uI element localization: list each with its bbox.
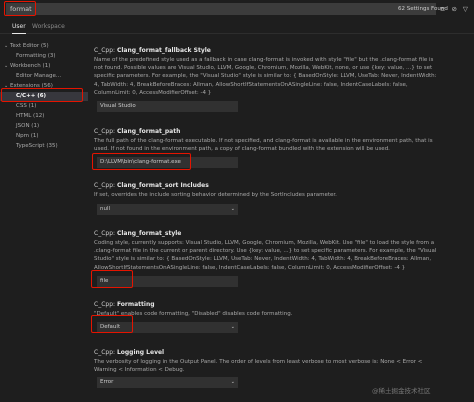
setting-name: Clang_format_fallback Style [116, 47, 211, 54]
setting-name: Clang_format_style [116, 230, 182, 237]
setting-logging-level: C_Cpp: Logging Level The verbosity of lo… [94, 348, 468, 374]
settings-list: C_Cpp: Clang_format_fallback Style Name … [94, 40, 468, 402]
tree-item-text-editor[interactable]: ⌄ Text Editor (5) [0, 42, 88, 51]
setting-category: C_Cpp: [94, 128, 117, 135]
clear-filter-icon[interactable]: ≡ [440, 4, 445, 14]
tab-user[interactable]: User [12, 21, 26, 34]
setting-category: C_Cpp: [94, 230, 117, 237]
clang-format-path-input[interactable]: D:\LLVM\bin\clang-format.exe [97, 157, 238, 168]
settings-tabs: User Workspace [0, 20, 474, 34]
tree-item-label: Formatting (3) [16, 53, 56, 59]
tree-item-typescript[interactable]: TypeScript (35) [0, 142, 88, 151]
setting-description: The full path of the clang-format execut… [94, 138, 433, 153]
clang-format-style-input[interactable]: file [97, 276, 238, 287]
tree-item-editor-management[interactable]: Editor Manage... [0, 72, 88, 81]
setting-name: Clang_format_path [116, 128, 181, 135]
setting-title: C_Cpp: Formatting [94, 300, 468, 309]
logging-level-select[interactable]: Error ⌄ [97, 377, 238, 388]
filter-icon[interactable]: ▽ [463, 4, 468, 14]
chevron-down-icon: ⌄ [230, 206, 235, 212]
tree-item-label: C/C++ (6) [16, 93, 47, 99]
setting-category: C_Cpp: [94, 47, 117, 54]
watermark: @稀土掘金技术社区 [372, 387, 431, 395]
setting-category: C_Cpp: [94, 349, 117, 356]
setting-name: Logging Level [116, 349, 165, 356]
tree-item-label: Npm (1) [16, 133, 39, 139]
setting-description: Coding style, currently supports: Visual… [94, 240, 437, 271]
setting-title: C_Cpp: Clang_format_path [94, 127, 468, 136]
setting-name: Formatting [116, 301, 155, 308]
tree-item-extensions[interactable]: ⌄ Extensions (56) [0, 82, 88, 91]
search-bar: format 62 Settings Found ≡ ⊘ ▽ [0, 0, 474, 18]
setting-description: "Default" enables code formatting, "Disa… [94, 311, 293, 317]
formatting-select[interactable]: Default ⌄ [97, 322, 238, 333]
setting-clang-format-sort-includes: C_Cpp: Clang_format_sort Includes If set… [94, 181, 468, 199]
fallback-style-input[interactable]: Visual Studio [97, 101, 238, 112]
setting-description: The verbosity of logging in the Output P… [94, 359, 423, 374]
setting-clang-format-style: C_Cpp: Clang_format_style Coding style, … [94, 229, 468, 272]
select-value: Default [100, 324, 121, 330]
tree-item-label: Text Editor (5) [10, 43, 49, 49]
tree-item-workbench[interactable]: ⌄ Workbench (1) [0, 62, 88, 71]
setting-category: C_Cpp: [94, 182, 117, 189]
chevron-down-icon: ⌄ [230, 324, 235, 330]
setting-category: C_Cpp: [94, 301, 117, 308]
setting-description: If set, overrides the include sorting be… [94, 192, 337, 198]
scrollbar[interactable] [466, 40, 472, 400]
setting-formatting: C_Cpp: Formatting "Default" enables code… [94, 300, 468, 318]
tree-item-formatting[interactable]: Formatting (3) [0, 52, 88, 61]
setting-name: Clang_format_sort Includes [116, 182, 209, 189]
tree-item-label: TypeScript (35) [16, 143, 58, 149]
tree-item-cpp[interactable]: C/C++ (6) [0, 92, 88, 101]
setting-clang-format-path: C_Cpp: Clang_format_path The full path o… [94, 127, 468, 153]
tree-item-html[interactable]: HTML (12) [0, 112, 88, 121]
tree-item-label: CSS (1) [16, 103, 37, 109]
select-value: null [100, 206, 111, 212]
settings-tree: ⌄ Text Editor (5) Formatting (3) ⌄ Workben… [0, 40, 88, 402]
tree-item-json[interactable]: JSON (1) [0, 122, 88, 131]
clear-search-icon[interactable]: ⊘ [451, 4, 456, 14]
tree-item-label: HTML (12) [16, 113, 45, 119]
setting-title: C_Cpp: Clang_format_style [94, 229, 468, 238]
tree-item-npm[interactable]: Npm (1) [0, 132, 88, 141]
sort-includes-select[interactable]: null ⌄ [97, 204, 238, 215]
setting-title: C_Cpp: Clang_format_sort Includes [94, 181, 468, 190]
chevron-down-icon: ⌄ [230, 379, 235, 385]
setting-title: C_Cpp: Clang_format_fallback Style [94, 46, 468, 55]
search-actions: ≡ ⊘ ▽ [440, 4, 468, 14]
tree-item-css[interactable]: CSS (1) [0, 102, 88, 111]
setting-clang-format-fallback-style: C_Cpp: Clang_format_fallback Style Name … [94, 46, 468, 97]
tree-item-label: Editor Manage... [16, 73, 62, 79]
tab-workspace[interactable]: Workspace [32, 21, 65, 33]
setting-title: C_Cpp: Logging Level [94, 348, 468, 357]
select-value: Error [100, 379, 114, 385]
tree-item-label: Workbench (1) [10, 63, 51, 69]
tree-item-label: JSON (1) [16, 123, 40, 129]
setting-description: Name of the predefined style used as a f… [94, 57, 437, 96]
search-input[interactable]: format [6, 3, 436, 15]
tree-item-label: Extensions (56) [10, 83, 53, 89]
